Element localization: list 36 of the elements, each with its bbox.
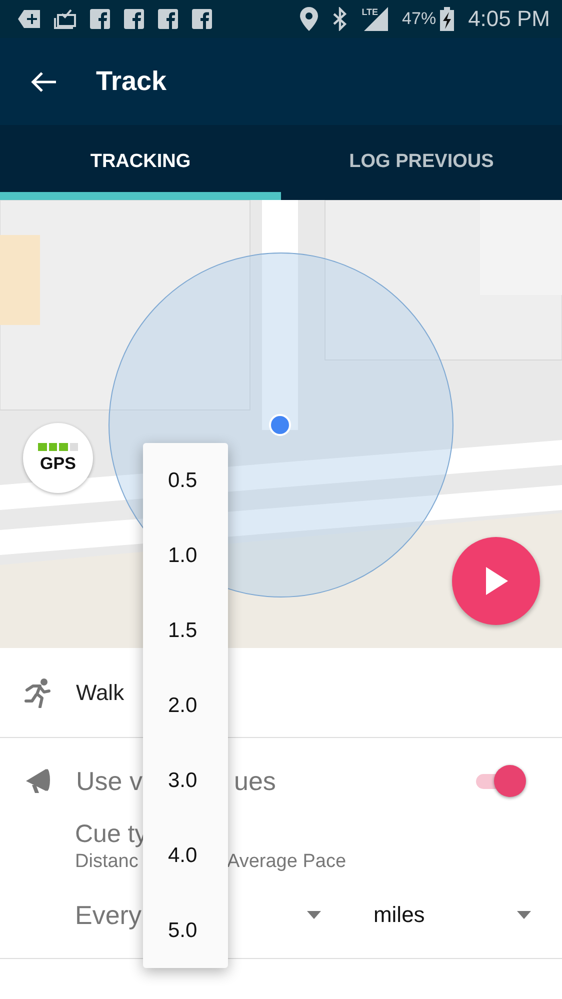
toggle-switch[interactable] xyxy=(474,765,524,797)
caret-icon xyxy=(517,911,532,919)
menu-option[interactable]: 0.5 xyxy=(143,444,228,519)
mail-stack-icon xyxy=(54,9,76,29)
screen-title: Track xyxy=(96,66,167,97)
voice-cues-label: ues xyxy=(234,766,276,796)
menu-option[interactable]: 4.0 xyxy=(143,818,228,894)
location-pin-icon xyxy=(300,7,318,31)
voice-cues-label: Use v xyxy=(76,766,144,796)
tab[interactable]: LOG PREVIOUS xyxy=(281,125,562,200)
menu-option[interactable]: 1.0 xyxy=(143,518,228,594)
every-label: Every xyxy=(75,900,142,930)
menu-option[interactable]: 2.0 xyxy=(143,668,228,744)
menu-option[interactable]: 5.0 xyxy=(143,893,228,968)
clock: 4:05 PM xyxy=(468,6,550,32)
network-type: LTE xyxy=(362,7,378,17)
gps-label: GPS xyxy=(40,454,76,474)
add-tag-icon xyxy=(18,10,40,28)
unit-dropdown[interactable]: miles xyxy=(373,902,532,928)
facebook-icon xyxy=(158,9,178,29)
running-person-icon xyxy=(24,678,52,708)
facebook-icon xyxy=(124,9,144,29)
menu-option[interactable]: 3.0 xyxy=(143,743,228,818)
back-arrow-icon[interactable] xyxy=(30,70,56,92)
play-icon xyxy=(484,567,508,595)
caret-icon xyxy=(307,911,322,919)
signal-icon xyxy=(364,7,388,31)
battery-percent: 47% xyxy=(402,9,436,29)
cue-type-value: Average Pace xyxy=(227,851,346,872)
activity-label: Walk xyxy=(76,680,124,706)
battery-charging-icon xyxy=(440,7,454,31)
menu-option[interactable]: 1.5 xyxy=(143,594,228,669)
megaphone-icon xyxy=(24,767,52,795)
facebook-icon xyxy=(90,9,110,29)
bluetooth-icon xyxy=(332,7,348,31)
facebook-icon xyxy=(192,9,212,29)
